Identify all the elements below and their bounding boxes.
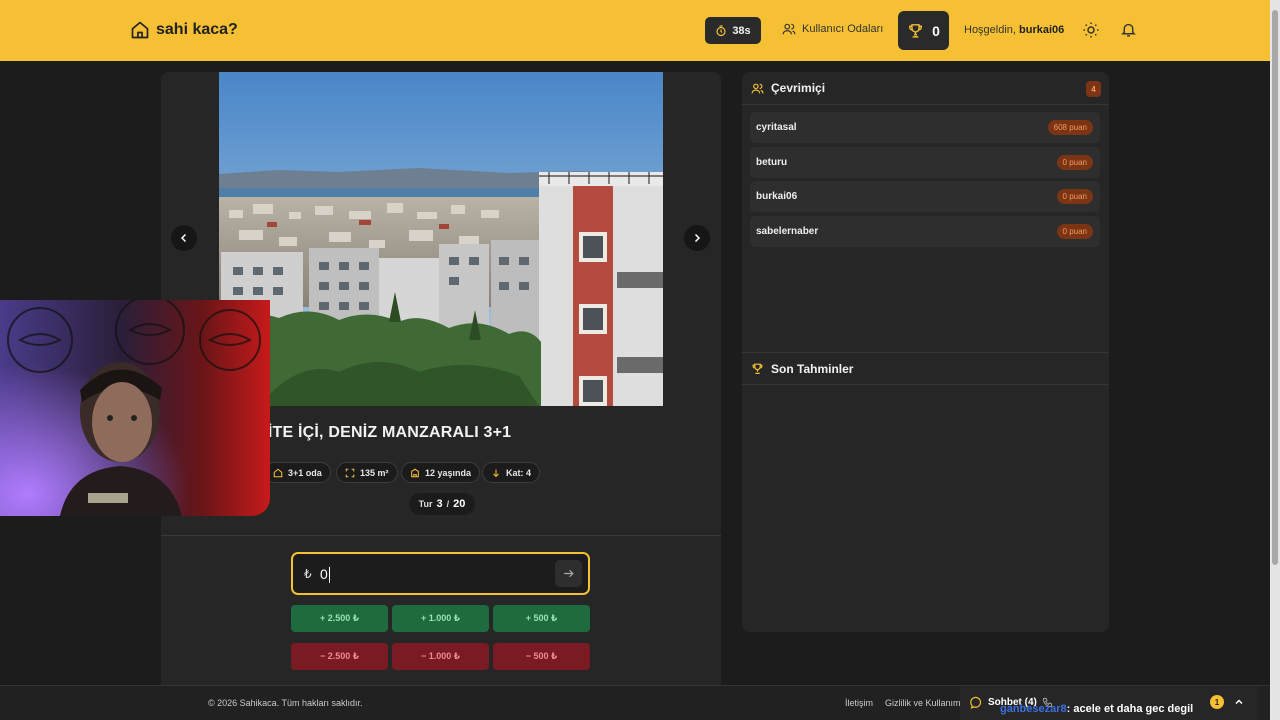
online-count-badge: 4 — [1086, 81, 1101, 97]
scrollbar-thumb[interactable] — [1272, 10, 1278, 565]
stopwatch-icon — [716, 24, 726, 36]
round-total: 20 — [453, 498, 466, 510]
bell-icon[interactable] — [1120, 21, 1137, 38]
player-name: burkai06 — [756, 191, 798, 202]
listing-photo — [219, 72, 663, 406]
feature-age: 12 yaşında — [401, 462, 481, 483]
trophy-icon — [909, 24, 922, 38]
round-separator: / — [446, 499, 450, 509]
welcome-text: Hoşgeldin, burkai06 — [964, 24, 1064, 36]
user-rooms-label: Kullanıcı Odaları — [802, 23, 884, 35]
feature-area: 135 m² — [336, 462, 398, 483]
score-value: 0 — [932, 22, 940, 39]
player-row: cyritasal 608 puan — [750, 112, 1100, 143]
users-icon — [751, 83, 764, 93]
player-points: 0 puan — [1056, 189, 1093, 204]
add-2500-button[interactable]: + 2.500 ₺ — [291, 605, 388, 632]
copyright-text: © 2026 Sahikaca. Tüm hakları saklıdır. — [208, 698, 363, 708]
submit-guess-button[interactable] — [555, 560, 582, 587]
expand-icon — [345, 468, 355, 477]
chevron-right-icon — [694, 233, 701, 243]
online-title: Çevrimiçi — [771, 81, 826, 95]
feature-rooms: 3+1 oda — [264, 462, 331, 483]
users-icon — [782, 23, 796, 35]
recent-guesses-title: Son Tahminler — [771, 361, 854, 376]
player-points: 608 puan — [1047, 120, 1093, 135]
trophy-icon — [752, 363, 763, 374]
top-header: sahi kaca? 38s Kullanıcı Odaları 0 Hoşge… — [0, 0, 1270, 61]
welcome-username: burkai06 — [1019, 24, 1065, 36]
player-name: cyritasal — [756, 122, 797, 133]
player-points: 0 puan — [1056, 155, 1093, 170]
subtract-2500-button[interactable]: − 2.500 ₺ — [291, 643, 388, 670]
player-points: 0 puan — [1056, 224, 1093, 239]
feature-label: 12 yaşında — [425, 467, 472, 478]
timer-badge: 38s — [705, 17, 761, 44]
text-caret — [329, 567, 330, 583]
side-panel: Çevrimiçi 4 cyritasal 608 puan beturu 0 … — [742, 72, 1109, 632]
brand-title: sahi kaca? — [156, 21, 238, 38]
recent-guesses-header: Son Tahminler — [742, 352, 1109, 385]
feature-label: 3+1 oda — [288, 467, 322, 478]
round-label: Tur — [418, 499, 433, 509]
player-row: sabelernaber 0 puan — [750, 216, 1100, 247]
chat-last-message: ganbesezar8: acele et daha gec degil — [1000, 703, 1193, 715]
chevron-left-icon — [180, 233, 187, 243]
player-name: sabelernaber — [756, 226, 819, 237]
home-icon — [131, 21, 149, 39]
prev-photo-button[interactable] — [171, 225, 197, 251]
player-name: beturu — [756, 157, 788, 168]
player-row: beturu 0 puan — [750, 147, 1100, 178]
feature-floor: Kat: 4 — [482, 462, 541, 483]
brand-link[interactable]: sahi kaca? — [130, 20, 238, 40]
chat-message-user: ganbesezar8 — [1000, 703, 1067, 715]
feature-label: 135 m² — [360, 467, 389, 478]
webcam-overlay — [0, 300, 270, 516]
section-divider — [161, 535, 721, 536]
player-row: burkai06 0 puan — [750, 181, 1100, 212]
chat-message-text: : acele et daha gec degil — [1066, 703, 1194, 715]
contact-link[interactable]: İletişim — [845, 698, 873, 708]
privacy-link[interactable]: Gizlilik ve Kullanım — [885, 698, 961, 708]
footer: © 2026 Sahikaca. Tüm hakları saklıdır. İ… — [0, 685, 1270, 720]
chevron-up-icon[interactable] — [1233, 696, 1245, 708]
next-photo-button[interactable] — [684, 225, 710, 251]
add-1000-button[interactable]: + 1.000 ₺ — [392, 605, 489, 632]
online-header: Çevrimiçi 4 — [742, 72, 1109, 105]
sun-icon[interactable] — [1082, 21, 1100, 39]
guess-value[interactable]: 0 — [320, 566, 328, 582]
chat-bar[interactable]: Sohbet (4) ganbesezar8: acele et daha ge… — [960, 686, 1258, 720]
chat-bubble-icon — [970, 696, 982, 709]
add-500-button[interactable]: + 500 ₺ — [493, 605, 590, 632]
building-icon — [411, 468, 419, 477]
arrow-down-icon — [493, 469, 499, 477]
page-scrollbar[interactable] — [1270, 0, 1280, 720]
user-rooms-link[interactable]: Kullanıcı Odaları — [782, 22, 883, 36]
home-icon — [273, 468, 283, 477]
welcome-prefix: Hoşgeldin, — [964, 24, 1016, 36]
score-button[interactable]: 0 — [898, 11, 949, 50]
timer-value: 38s — [732, 24, 751, 37]
guess-input[interactable]: ₺ 0 — [291, 552, 590, 595]
round-indicator: Tur 3 / 20 — [409, 493, 475, 515]
subtract-1000-button[interactable]: − 1.000 ₺ — [392, 643, 489, 670]
subtract-500-button[interactable]: − 500 ₺ — [493, 643, 590, 670]
chat-unread-badge: 1 — [1210, 695, 1224, 709]
listing-title: SİTE İÇİ, DENİZ MANZARALI 3+1 — [257, 424, 512, 441]
feature-label: Kat: 4 — [506, 467, 532, 478]
arrow-right-icon — [564, 569, 574, 578]
currency-symbol: ₺ — [304, 567, 312, 581]
round-current: 3 — [436, 498, 443, 510]
